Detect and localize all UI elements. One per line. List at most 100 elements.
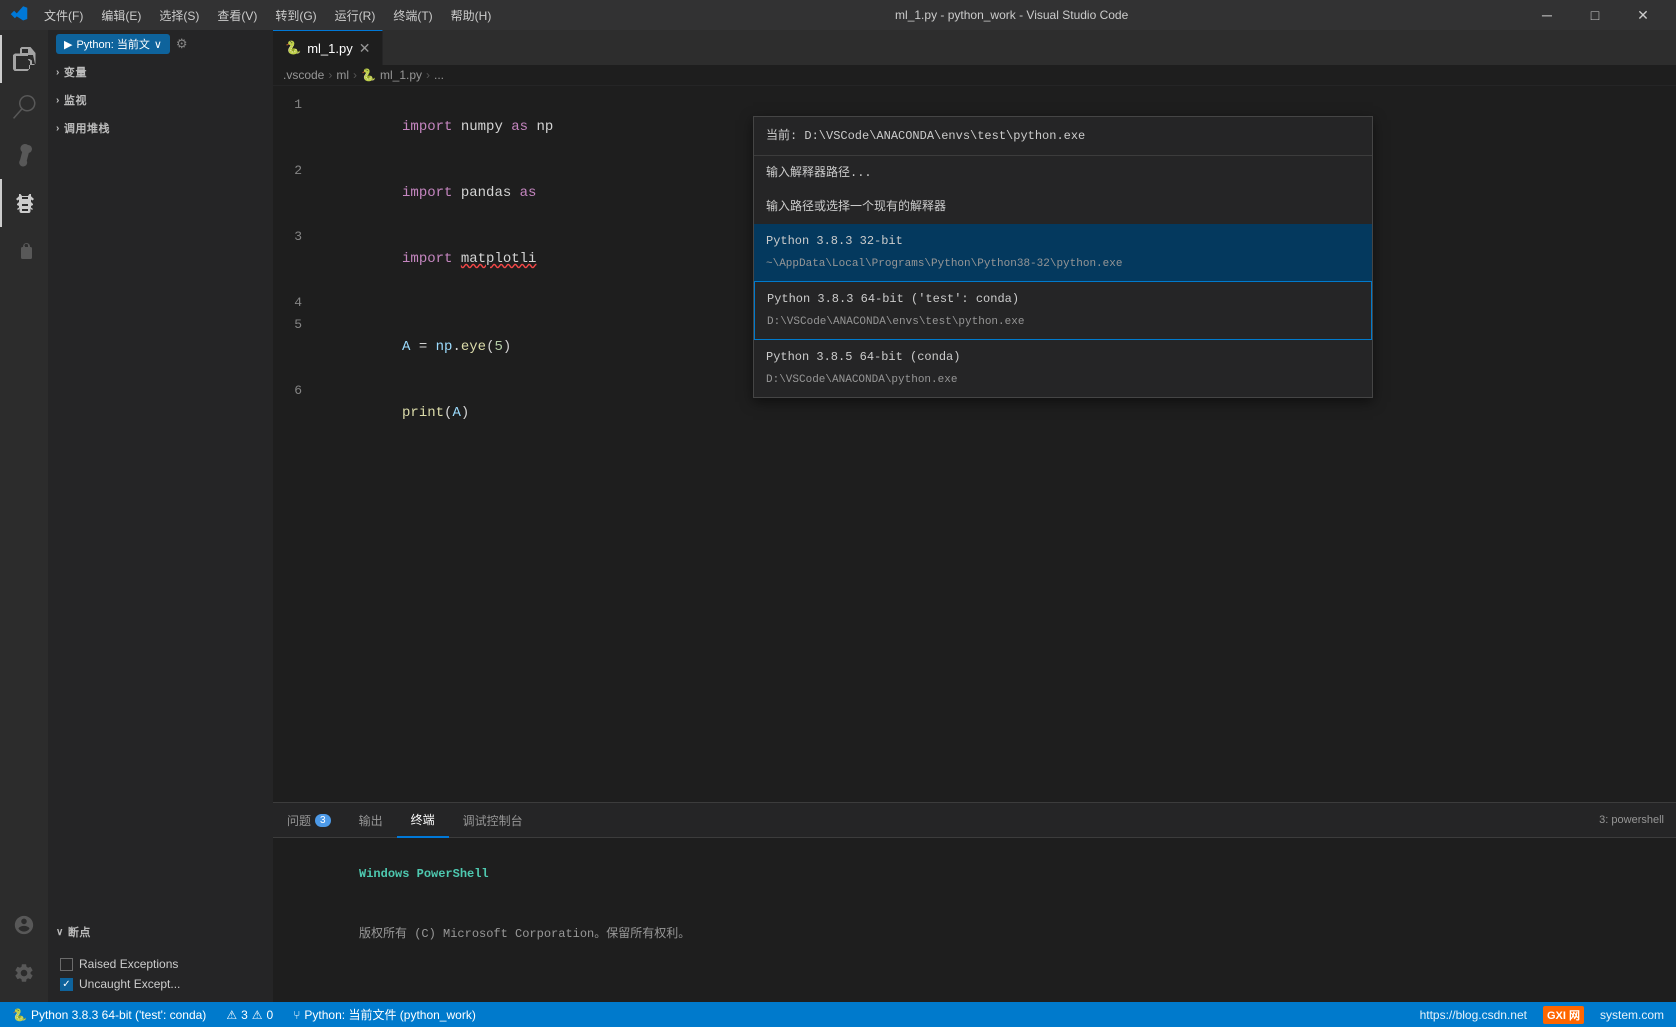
debug-gear-icon[interactable]: ⚙ <box>176 36 188 52</box>
raised-exceptions-checkbox[interactable] <box>60 958 73 971</box>
debug-toolbar: ▶ Python: 当前文 ∨ ⚙ <box>48 30 273 58</box>
activity-settings-icon[interactable] <box>0 949 48 997</box>
line-number-6: 6 <box>273 380 318 402</box>
interpreter-option-3-path: D:\VSCode\ANACONDA\python.exe <box>766 369 1360 391</box>
menu-edit[interactable]: 编辑(E) <box>93 5 149 26</box>
enter-interpreter-path-link[interactable]: 输入解释器路径... <box>754 156 1372 190</box>
status-bar-left: 🐍 Python 3.8.3 64-bit ('test': conda) ⚠ … <box>8 1002 480 1027</box>
vscode-logo-icon <box>10 4 28 27</box>
status-system[interactable]: system.com <box>1596 1002 1668 1027</box>
tab-bar: 🐍 ml_1.py ✕ <box>273 30 1676 65</box>
tab-label: ml_1.py <box>307 41 353 56</box>
terminal-copyright-text: 版权所有 (C) Microsoft Corporation。保留所有权利。 <box>359 927 690 941</box>
watch-header[interactable]: › 监视 <box>48 86 273 114</box>
close-button[interactable]: ✕ <box>1620 0 1666 30</box>
output-tab-label: 输出 <box>359 812 383 829</box>
status-errors[interactable]: ⚠ 3 ⚠ 0 <box>222 1002 277 1027</box>
maximize-button[interactable]: □ <box>1572 0 1618 30</box>
panel-tabs: 问题 3 输出 终端 调试控制台 3: powershell <box>273 803 1676 838</box>
panel-tab-debug-console[interactable]: 调试控制台 <box>449 803 537 838</box>
activity-debug-icon[interactable] <box>0 179 48 227</box>
panel-tab-output[interactable]: 输出 <box>345 803 397 838</box>
breadcrumb-sep-2: › <box>353 68 357 82</box>
status-bar: 🐍 Python 3.8.3 64-bit ('test': conda) ⚠ … <box>0 1002 1676 1027</box>
breakpoints-header[interactable]: ∨ 断点 <box>48 918 273 946</box>
system-url: system.com <box>1600 1008 1664 1022</box>
menu-bar: 文件(F) 编辑(E) 选择(S) 查看(V) 转到(G) 运行(R) 终端(T… <box>36 5 499 26</box>
interpreter-option-1[interactable]: Python 3.8.3 32-bit ~\AppData\Local\Prog… <box>754 224 1372 281</box>
status-python-workspace[interactable]: ⑂ Python: 当前文件 (python_work) <box>289 1002 480 1027</box>
code-editor[interactable]: 1 import numpy as np 2 import pandas as … <box>273 86 1676 802</box>
collapse-arrow-icon: › <box>56 67 60 78</box>
menu-goto[interactable]: 转到(G) <box>267 5 324 26</box>
uncaught-exceptions-checkbox[interactable]: ✓ <box>60 978 73 991</box>
title-bar-left: 文件(F) 编辑(E) 选择(S) 查看(V) 转到(G) 运行(R) 终端(T… <box>10 4 499 27</box>
interpreter-option-3[interactable]: Python 3.8.5 64-bit (conda) D:\VSCode\AN… <box>754 340 1372 397</box>
breadcrumb-sep-1: › <box>328 68 332 82</box>
breadcrumb-filename[interactable]: ml_1.py <box>380 68 422 82</box>
callstack-section: › 调用堆栈 <box>48 114 273 142</box>
status-gxi[interactable]: GXI 网 <box>1539 1002 1588 1027</box>
line-number-4: 4 <box>273 292 318 314</box>
status-python-env[interactable]: 🐍 Python 3.8.3 64-bit ('test': conda) <box>8 1002 210 1027</box>
variables-header[interactable]: › 变量 <box>48 58 273 86</box>
activity-bar-bottom <box>0 901 48 1002</box>
variables-title: 变量 <box>64 64 87 80</box>
interpreter-dropdown: 当前: D:\VSCode\ANACONDA\envs\test\python.… <box>753 116 1373 398</box>
menu-terminal[interactable]: 终端(T) <box>385 5 440 26</box>
line-number-2: 2 <box>273 160 318 182</box>
play-icon: ▶ <box>64 38 72 51</box>
warning-icon: ⚠ <box>252 1008 263 1022</box>
activity-extensions-icon[interactable] <box>0 227 48 275</box>
tab-close-button[interactable]: ✕ <box>359 40 371 57</box>
breadcrumb-ml[interactable]: ml <box>336 68 349 82</box>
error-warning-icon: ⚠ <box>226 1008 237 1022</box>
debug-env-label: Python: 当前文 <box>76 36 149 52</box>
panel-tab-terminal[interactable]: 终端 <box>397 803 449 838</box>
raised-exceptions-label: Raised Exceptions <box>79 957 178 971</box>
terminal-line-4: 尝试新的跨平台 PowerShell https://aka.ms/pscore… <box>287 984 1662 1002</box>
sidebar: ▶ Python: 当前文 ∨ ⚙ › 变量 › 监视 › 调用堆栈 <box>48 30 273 1002</box>
menu-run[interactable]: 运行(R) <box>327 5 384 26</box>
select-existing-interpreter-link[interactable]: 输入路径或选择一个现有的解释器 <box>754 190 1372 224</box>
editor-area: 🐍 ml_1.py ✕ .vscode › ml › 🐍 ml_1.py › .… <box>273 30 1676 1002</box>
breadcrumb-file-icon: 🐍 <box>361 68 376 82</box>
activity-explorer-icon[interactable] <box>0 35 48 83</box>
breakpoint-uncaught: ✓ Uncaught Except... <box>56 974 265 994</box>
interpreter-option-1-path: ~\AppData\Local\Programs\Python\Python38… <box>766 253 1360 275</box>
menu-select[interactable]: 选择(S) <box>151 5 207 26</box>
terminal-selector[interactable]: 3: powershell <box>1587 814 1676 826</box>
error-count: 3 <box>241 1008 248 1022</box>
interpreter-option-3-title: Python 3.8.5 64-bit (conda) <box>766 346 1360 368</box>
interpreter-option-1-title: Python 3.8.3 32-bit <box>766 230 1360 252</box>
callstack-header[interactable]: › 调用堆栈 <box>48 114 273 142</box>
menu-view[interactable]: 查看(V) <box>209 5 265 26</box>
minimize-button[interactable]: ─ <box>1524 0 1570 30</box>
tab-ml1py[interactable]: 🐍 ml_1.py ✕ <box>273 30 383 65</box>
breadcrumb: .vscode › ml › 🐍 ml_1.py › ... <box>273 65 1676 86</box>
breadcrumb-vscode[interactable]: .vscode <box>283 68 324 82</box>
line-number-3: 3 <box>273 226 318 248</box>
activity-account-icon[interactable] <box>0 901 48 949</box>
activity-search-icon[interactable] <box>0 83 48 131</box>
breakpoints-title: 断点 <box>68 924 91 940</box>
menu-file[interactable]: 文件(F) <box>36 5 91 26</box>
terminal-content[interactable]: Windows PowerShell 版权所有 (C) Microsoft Co… <box>273 838 1676 1002</box>
activity-source-control-icon[interactable] <box>0 131 48 179</box>
breadcrumb-sep-3: › <box>426 68 430 82</box>
panel-tab-problems[interactable]: 问题 3 <box>273 803 345 838</box>
menu-help[interactable]: 帮助(H) <box>443 5 500 26</box>
breadcrumb-more[interactable]: ... <box>434 68 444 82</box>
window-controls: ─ □ ✕ <box>1524 0 1666 30</box>
debug-play-button[interactable]: ▶ Python: 当前文 ∨ <box>56 34 170 54</box>
python-env-label: Python 3.8.3 64-bit ('test': conda) <box>31 1008 206 1022</box>
debug-console-tab-label: 调试控制台 <box>463 812 523 829</box>
status-blog-link[interactable]: https://blog.csdn.net <box>1416 1002 1531 1027</box>
collapse-arrow-icon: › <box>56 95 60 106</box>
interpreter-option-2[interactable]: Python 3.8.3 64-bit ('test': conda) D:\V… <box>754 281 1372 340</box>
interpreter-option-2-title: Python 3.8.3 64-bit ('test': conda) <box>767 288 1359 310</box>
panel-area: 问题 3 输出 终端 调试控制台 3: powershell <box>273 802 1676 1002</box>
breakpoints-section: ∨ 断点 Raised Exceptions ✓ Uncaught Except… <box>48 918 273 1002</box>
collapse-arrow-icon: › <box>56 123 60 134</box>
terminal-powershell-title: Windows PowerShell <box>359 867 489 881</box>
